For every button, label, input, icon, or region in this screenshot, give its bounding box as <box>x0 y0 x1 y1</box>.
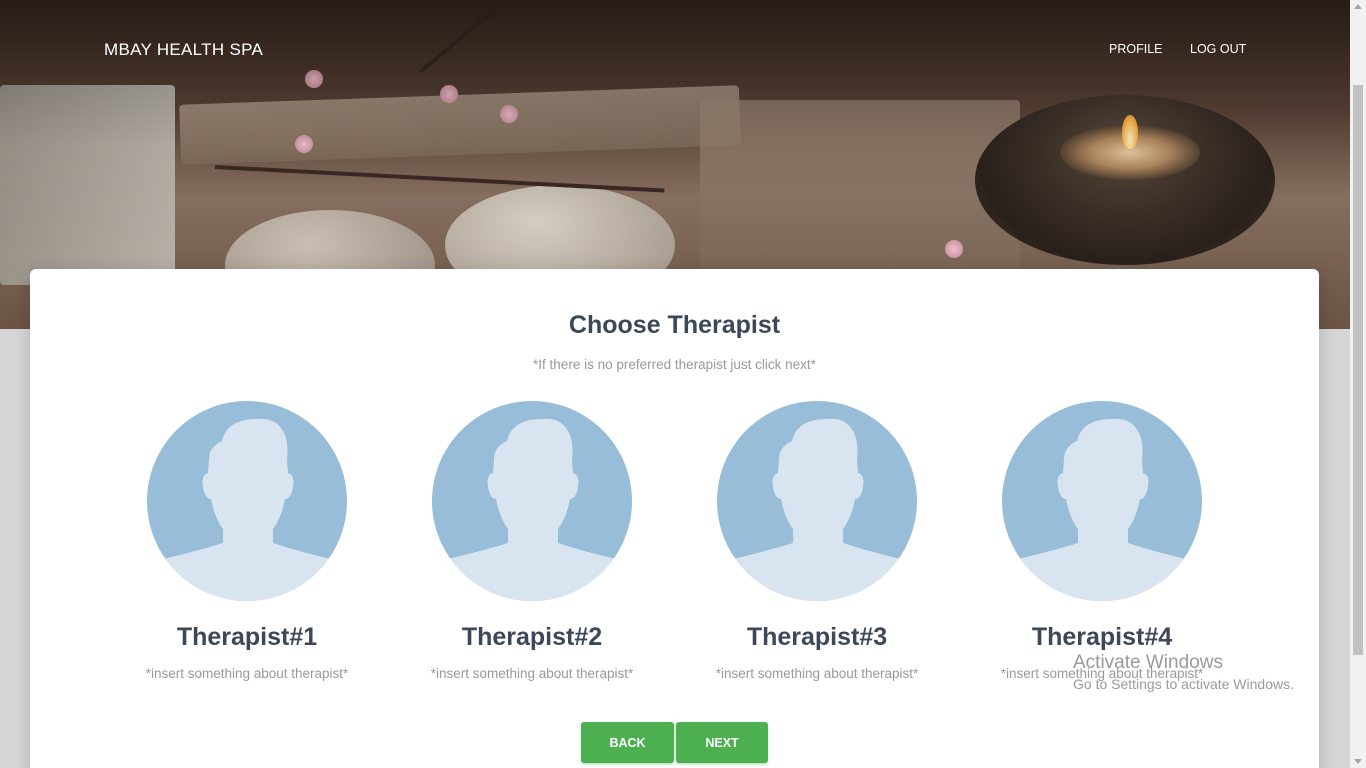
watermark-title: Activate Windows <box>1073 652 1223 673</box>
page-title: Choose Therapist <box>568 311 781 339</box>
therapist-card-2[interactable]: Therapist#2 *insert something about ther… <box>412 401 652 681</box>
therapist-name: Therapist#3 <box>746 623 888 651</box>
scroll-down-arrow-icon[interactable] <box>1354 759 1362 764</box>
activate-windows-watermark: Activate Windows Go to Settings to activ… <box>1073 652 1294 692</box>
therapist-description: *insert something about therapist* <box>145 666 349 681</box>
person-silhouette-icon[interactable] <box>1002 401 1202 601</box>
therapist-name: Therapist#2 <box>461 623 603 651</box>
therapist-description: *insert something about therapist* <box>430 666 634 681</box>
back-button[interactable]: BACK <box>581 722 674 763</box>
therapist-card-3[interactable]: Therapist#3 *insert something about ther… <box>697 401 937 681</box>
person-silhouette-icon[interactable] <box>717 401 917 601</box>
choose-therapist-card: Choose Therapist *If there is no preferr… <box>30 269 1319 768</box>
therapist-name: Therapist#1 <box>176 623 318 651</box>
page-subtitle: *If there is no preferred therapist just… <box>533 357 816 372</box>
therapist-card-4[interactable]: Therapist#4 *insert something about ther… <box>982 401 1222 681</box>
therapist-name: Therapist#4 <box>1031 623 1173 651</box>
vertical-scrollbar[interactable] <box>1350 0 1366 768</box>
scroll-up-arrow-icon[interactable] <box>1354 4 1362 9</box>
brand-logo-link[interactable]: MBAY HEALTH SPA <box>104 40 263 60</box>
person-silhouette-icon[interactable] <box>147 401 347 601</box>
therapist-card-1[interactable]: Therapist#1 *insert something about ther… <box>127 401 367 681</box>
nav-profile-link[interactable]: PROFILE <box>1109 42 1163 56</box>
next-button[interactable]: NEXT <box>676 722 768 763</box>
scroll-thumb[interactable] <box>1353 85 1363 655</box>
nav-logout-link[interactable]: LOG OUT <box>1190 42 1246 56</box>
therapist-description: *insert something about therapist* <box>715 666 919 681</box>
navbar: MBAY HEALTH SPA PROFILE LOG OUT <box>0 0 1350 100</box>
person-silhouette-icon[interactable] <box>432 401 632 601</box>
watermark-subtitle: Go to Settings to activate Windows. <box>1073 676 1294 692</box>
